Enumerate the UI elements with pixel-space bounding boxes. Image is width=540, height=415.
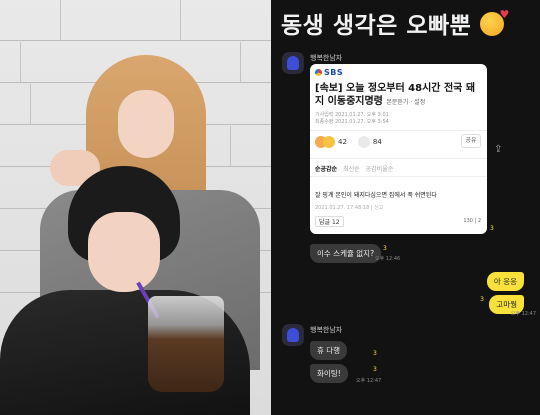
sender-name: 행복한남자 (310, 54, 343, 62)
message-time: 오후 12:46 (375, 256, 401, 262)
avatar[interactable] (282, 52, 304, 74)
my-message-bubble[interactable]: 아 응응 (486, 272, 524, 291)
sort-tabs: 순공감순 최신순 공감비율순 (315, 164, 393, 173)
woman-face (118, 90, 174, 158)
source-tag: 본문듣기 · 설정 (386, 99, 426, 106)
share-icon[interactable]: ⇪ (494, 144, 506, 156)
sad-react-icon[interactable] (323, 136, 335, 148)
message-time: 오후 12:47 (356, 378, 382, 384)
iced-coffee-cup (148, 296, 224, 392)
reply-button[interactable]: 답글 12 (315, 216, 344, 227)
tab-sort-latest[interactable]: 최신순 (343, 164, 360, 173)
brick-joint (60, 0, 61, 40)
avatar-figure (287, 56, 299, 70)
comment-text: 잘 핑계 본인이 돼지다심으면 집에서 푹 쉬면된다 (315, 192, 437, 199)
news-share-card[interactable]: SBS [속보] 오늘 정오부터 48시간 전국 돼지 이동중지명령 본문듣기 … (310, 64, 487, 234)
caption-text: 동생 생각은 오빠뿐 (281, 13, 472, 39)
tab-sort-ratio[interactable]: 공감비율순 (366, 164, 394, 173)
photo-two-people (0, 0, 271, 415)
read-count: 3 (373, 366, 377, 373)
brick-joint (180, 0, 181, 40)
brick-joint (240, 42, 241, 82)
brick-joint (30, 84, 31, 124)
divider (310, 158, 487, 159)
reaction-count-2: 84 (372, 138, 382, 146)
logo-text: SBS (324, 68, 344, 77)
read-count: 3 (490, 225, 494, 232)
sender-name: 행복한남자 (310, 326, 343, 334)
brick-line (0, 40, 271, 41)
share-button[interactable]: 공유 (461, 134, 481, 148)
read-count: 3 (373, 350, 377, 357)
smiling-face-with-hearts-icon (479, 8, 510, 36)
comment-votes[interactable]: 130 | 2 (463, 218, 481, 224)
article-published: 기사입력 2021.01.27. 오후 3:01 (315, 112, 389, 118)
divider (310, 130, 487, 131)
brick-joint (20, 42, 21, 82)
read-count: 3 (383, 245, 387, 252)
chat-caption: 동생 생각은 오빠뿐 (281, 6, 510, 40)
man-face (88, 212, 160, 292)
message-time: 오후 12:47 (510, 311, 536, 317)
comment-meta: 2021.01.27. 17:48:18 | 신고 (315, 205, 384, 211)
message-bubble[interactable]: 휴 다행 (310, 341, 348, 360)
chat-screen: 동생 생각은 오빠뿐 행복한남자 SBS [속보] 오늘 정오부터 48시간 전… (271, 0, 540, 415)
reaction-count-1: 42 (338, 138, 347, 146)
message-bubble[interactable]: 화이팅! (310, 364, 348, 383)
sbs-logo-icon (315, 69, 322, 76)
message-bubble[interactable]: 이수 스케쥴 없지? (310, 244, 382, 263)
news-headline[interactable]: [속보] 오늘 정오부터 48시간 전국 돼지 이동중지명령 본문듣기 · 설정 (315, 82, 483, 109)
article-updated: 최종수정 2021.01.27. 오후 3:54 (315, 119, 389, 125)
comment-icon[interactable] (357, 136, 370, 148)
avatar-figure (287, 328, 299, 342)
sbs-logo: SBS (315, 68, 343, 77)
tab-sort-likes[interactable]: 순공감순 (315, 164, 337, 173)
read-count: 3 (480, 296, 484, 303)
divider (310, 176, 487, 177)
avatar[interactable] (282, 324, 304, 346)
reactions-row: 42 84 (315, 136, 382, 148)
brick-joint (230, 126, 231, 166)
